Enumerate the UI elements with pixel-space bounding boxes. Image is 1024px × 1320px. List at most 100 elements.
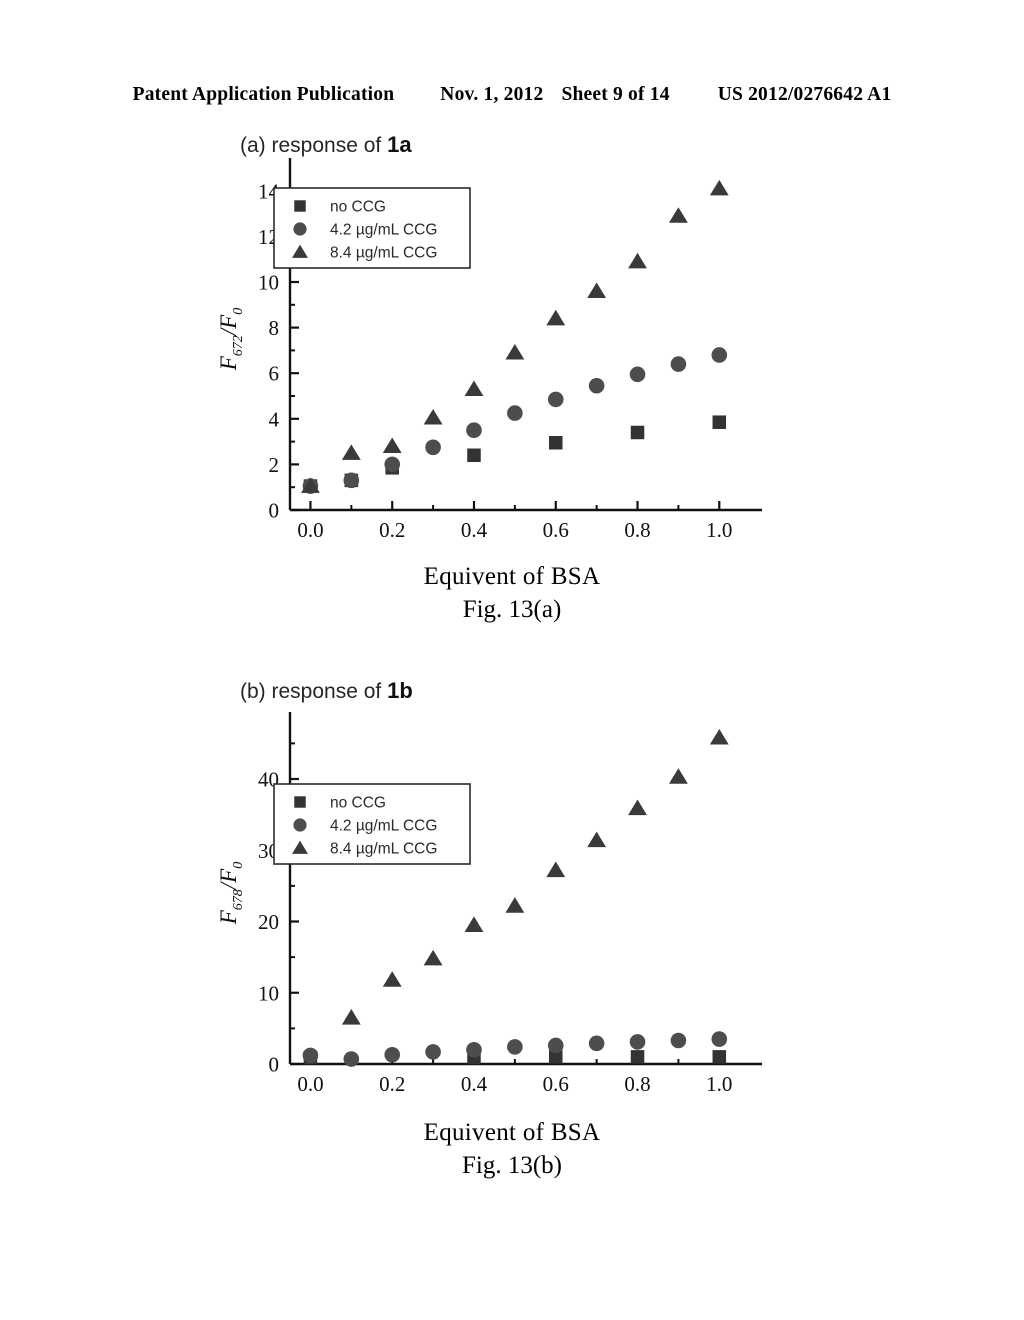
figure-13a-caption: Equivent of BSA Fig. 13(a) [0,560,1024,626]
legend-marker-circle [293,818,307,832]
data-point-triangle [341,1009,361,1025]
data-point-triangle [423,408,443,425]
x-tick-label: 0.4 [461,518,488,542]
y-axis-title-subscript-zero: 0 [231,308,246,315]
figure-13a: 0 2 4 6 8 10 12 14 0.0 0.2 0.4 0.6 0.8 1.0 F672/F0 (a) … [0,130,1024,626]
y-tick-label: 0 [269,1053,280,1077]
chart-title-prefix: (b) response of [240,680,387,703]
data-point-triangle [464,916,484,932]
y-axis-title-subscript-zero: 0 [231,862,246,869]
data-point-circle [711,347,728,363]
data-series-triangle [341,729,729,1025]
chart-title-text: (a) response of 1a [240,132,412,157]
data-point-circle [588,377,605,394]
data-point-circle [302,1047,319,1064]
chart-title-prefix: (a) response of [240,134,387,157]
legend-label: 8.4 µg/mL CCG [330,841,437,858]
header-sheet-number: Sheet 9 of 14 [561,84,670,105]
data-series-square [303,415,727,493]
x-axis-ticks: 0.0 0.2 0.4 0.6 0.8 1.0 [297,501,732,542]
x-tick-label: 0.0 [297,518,323,542]
data-point-triangle [587,282,607,298]
data-point-triangle [505,897,525,913]
legend-marker-square [294,796,306,808]
chart-title-text: (b) response of 1b [240,678,413,703]
data-point-circle [629,1034,646,1050]
legend-label: no CCG [330,795,386,812]
chart-legend: no CCG 4.2 µg/mL CCG 8.4 µg/mL CCG [273,187,471,269]
data-point-circle [343,472,360,489]
header-date: Nov. 1, 2012 [440,84,544,105]
header-publication-label: Patent Application Publication [132,84,395,105]
data-point-circle [466,1041,482,1058]
chart-title-compound: 1a [387,132,412,157]
data-point-square [630,425,645,440]
data-point-triangle [546,861,566,878]
chart-a-figure-label: Fig. 13(a) [462,596,562,623]
y-tick-label: 2 [269,453,280,477]
data-point-circle [547,1037,564,1054]
x-tick-label: 0.8 [624,1072,650,1096]
data-point-triangle [668,207,688,223]
y-tick-label: 4 [269,407,280,431]
data-point-circle [384,456,401,473]
x-tick-label: 0.4 [461,1072,488,1096]
data-point-triangle [382,437,402,454]
y-axis-title: F678/F0 [216,862,246,926]
data-point-triangle [587,831,607,848]
figure-13b-caption: Equivent of BSA Fig. 13(b) [0,1116,1024,1182]
chart-title-compound: 1b [387,678,413,703]
y-tick-label: 6 [269,362,280,386]
legend-label: no CCG [330,199,386,216]
header-publication-number: US 2012/0276642 A1 [717,84,892,105]
y-axis-title-slash-f: /F [216,314,241,337]
y-tick-label: 8 [269,316,280,340]
data-point-circle [711,1031,728,1047]
y-axis-title-slash-f: /F [216,868,241,891]
page-header: Patent Application Publication Nov. 1, 2… [0,84,1024,106]
figure-13b: 0 10 20 30 40 0.0 0.2 0.4 0.6 0.8 1.0 F678/F0 (b) re… [0,676,1024,1182]
data-point-triangle [423,949,443,966]
data-point-triangle [709,729,729,745]
data-point-circle [670,356,687,372]
data-point-square [548,435,563,450]
x-tick-label: 1.0 [706,518,732,542]
y-axis-title-subscript-wavelength: 672 [231,335,246,356]
x-tick-label: 0.6 [543,1072,569,1096]
chart-a-xaxis-caption: Equivent of BSA [423,563,601,590]
data-point-square [630,1050,645,1064]
y-axis-title-f: F [216,909,241,925]
chart-title: (b) response of 1b [240,678,413,703]
chart-title: (a) response of 1a [240,132,412,157]
x-tick-label: 0.0 [297,1072,323,1096]
legend-marker-square [294,200,306,212]
data-point-triangle [382,971,402,987]
chart-b-xaxis-caption: Equivent of BSA [423,1119,601,1146]
data-point-circle [466,422,482,439]
data-point-triangle [709,179,729,196]
chart-a-svg: 024681012140.0 0.2 0.4 0.6 0.8 1.0F672/F0(a) … [216,132,762,542]
chart-b-plot-area: 0 10 20 30 40 0.0 0.2 0.4 0.6 0.8 1.0 F678/F0 (b) re… [212,676,812,1116]
x-tick-label: 0.8 [624,518,650,542]
x-tick-label: 1.0 [706,1072,732,1096]
legend-label: 8.4 µg/mL CCG [330,245,437,262]
data-point-circle [507,405,523,421]
x-tick-label: 0.2 [379,518,405,542]
y-axis-title-f: F [216,355,241,371]
x-tick-label: 0.6 [543,518,569,542]
data-point-triangle [464,380,484,397]
chart-b-figure-label: Fig. 13(b) [462,1152,562,1179]
legend-label: 4.2 µg/mL CCG [330,818,437,835]
legend-label: 4.2 µg/mL CCG [330,222,437,239]
data-point-circle [588,1035,605,1052]
data-point-circle [670,1032,687,1049]
chart-axes [288,712,762,1066]
data-series-circle [302,347,728,494]
chart-b-svg: 0102030400.0 0.2 0.4 0.6 0.8 1.0F678/F0(b) re… [216,678,762,1096]
x-tick-label: 0.2 [379,1072,405,1096]
data-point-triangle [628,799,647,816]
y-axis-title: F672/F0 [216,308,246,372]
y-tick-label: 10 [258,271,279,295]
data-point-circle [547,391,564,408]
data-point-circle [507,1039,523,1055]
